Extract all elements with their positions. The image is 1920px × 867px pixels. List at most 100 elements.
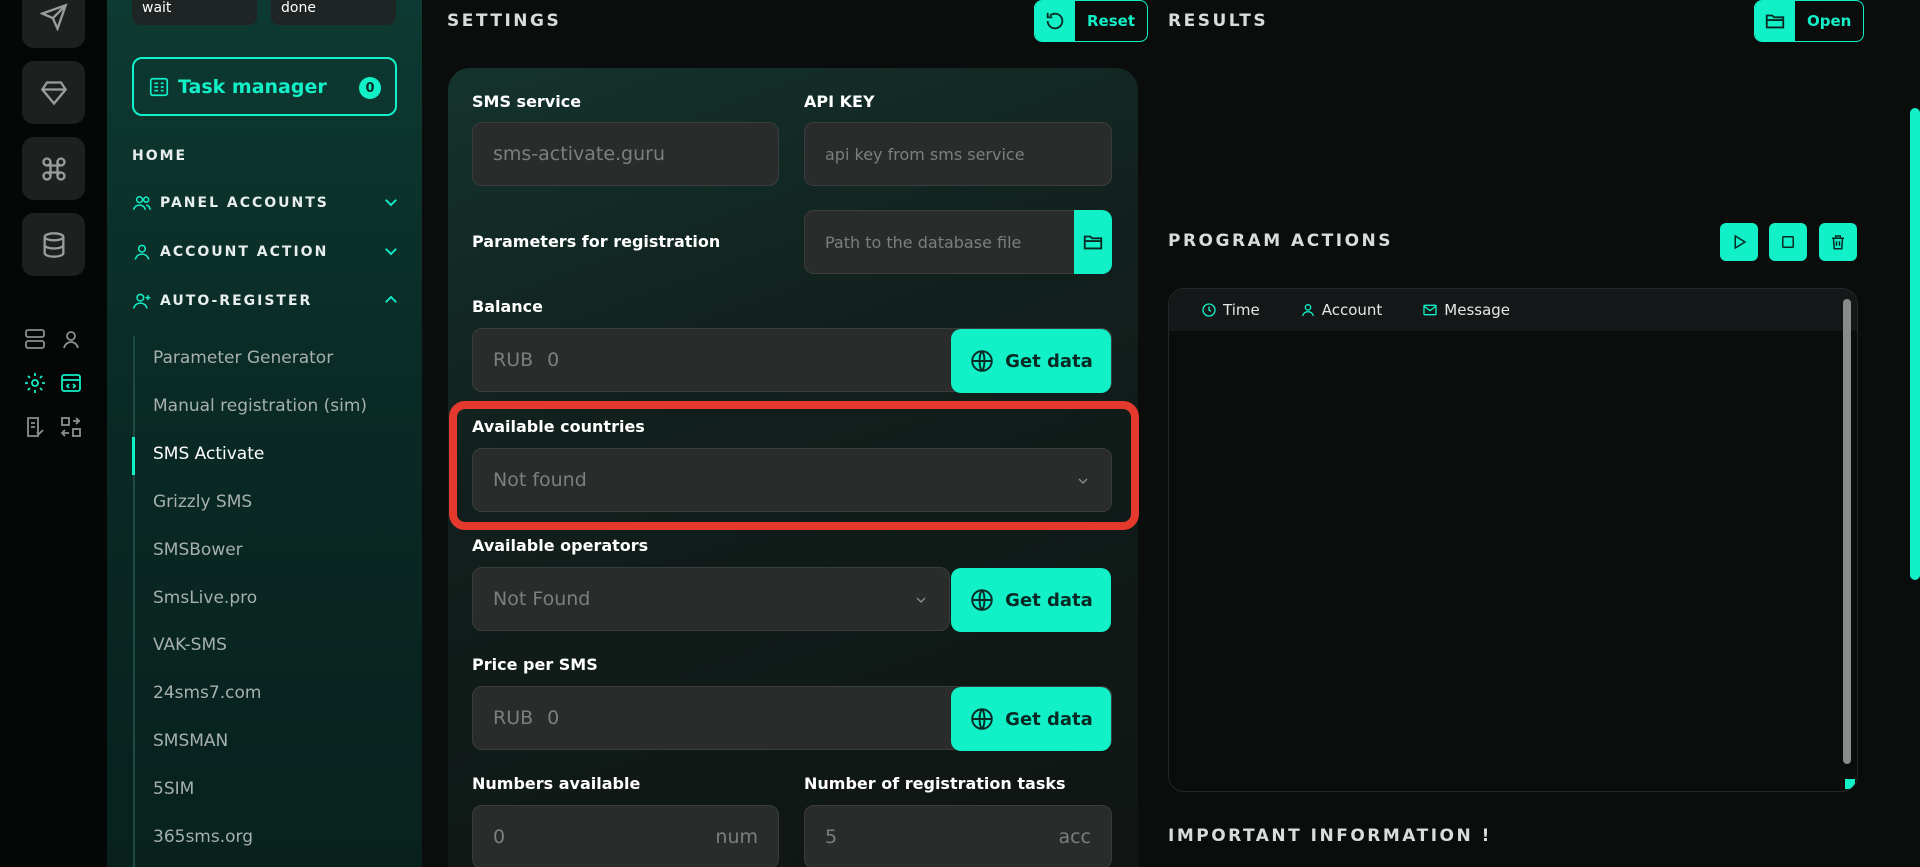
program-actions-title: PROGRAM ACTIONS [1168,231,1394,251]
sms-service-label: SMS service [472,92,582,111]
operators-get-data-button[interactable]: Get data [951,568,1111,632]
users-icon [132,196,152,210]
highlight-box [449,401,1139,530]
panel-accounts-chevron[interactable] [382,193,400,211]
sidebar-item-smsbower[interactable]: SMSBower [153,540,243,560]
done-label: done [281,0,316,16]
reset-button[interactable]: Reset [1034,0,1148,42]
account-action-label: ACCOUNT ACTION [160,244,329,260]
sidebar-item-5sim[interactable]: 5SIM [153,779,194,799]
account-action-chevron[interactable] [382,242,400,260]
start-button[interactable] [1720,223,1758,261]
globe-icon [971,589,993,611]
api-key-input[interactable]: api key from sms service [804,122,1112,186]
code-window-button[interactable] [58,370,84,396]
user-plus-icon [132,293,151,309]
sidebar-item-365sms[interactable]: 365sms.org [153,827,253,847]
wait-counter: wait [132,0,257,25]
send-icon [39,2,68,31]
api-key-label: API KEY [804,92,875,111]
sidebar-item-sms-activate[interactable]: SMS Activate [153,444,264,464]
balance-get-data-button[interactable]: Get data [951,329,1111,393]
submenu-rail [133,336,135,867]
program-log: Time Account Message [1168,288,1858,792]
log-col-message: Message [1422,301,1510,319]
sidebar-item-manual-registration[interactable]: Manual registration (sim) [153,396,367,416]
diamond-icon [40,80,67,105]
diamond-nav-button[interactable] [22,61,85,124]
clear-log-button[interactable] [1819,223,1857,261]
user-icon [1301,304,1314,317]
log-col-message-label: Message [1444,301,1511,319]
nav-auto-register[interactable]: AUTO-REGISTER [132,291,312,311]
resize-handle[interactable] [1845,779,1855,789]
balance-value: 0 [547,349,560,371]
profile-pin-button[interactable] [58,326,84,352]
chevron-up-icon [385,295,397,303]
api-key-placeholder: api key from sms service [825,144,1025,164]
sidebar-item-smslive[interactable]: SmsLive.pro [153,588,257,608]
server-icon [25,329,45,349]
command-nav-button[interactable] [22,137,85,200]
numbers-label: Numbers available [472,774,641,793]
server-list-button[interactable] [22,326,48,352]
sms-service-value: sms-activate.guru [493,143,666,165]
send-nav-button[interactable] [22,0,85,48]
user-pin-icon [63,331,79,349]
log-scrollbar[interactable] [1843,299,1851,764]
database-path-input[interactable]: Path to the database file [804,210,1076,274]
refresh-icon [1046,12,1064,30]
task-manager-icon [149,77,169,96]
results-title: RESULTS [1168,11,1269,31]
database-icon [43,231,64,258]
balance-get-data-label: Get data [1005,350,1093,372]
tasks-input[interactable]: 5 acc [804,805,1112,867]
transfer-icon [60,417,81,437]
settings-button[interactable] [22,370,48,396]
task-manager-label: Task manager [178,75,327,98]
play-icon [1734,234,1747,250]
stop-icon [1782,236,1794,248]
sidebar-item-grizzly-sms[interactable]: Grizzly SMS [153,492,252,512]
numbers-field: 0 num [472,805,779,867]
log-col-time-label: Time [1223,301,1260,319]
tasks-unit: acc [1058,826,1091,848]
nav-panel-accounts[interactable]: PANEL ACCOUNTS [132,193,329,213]
registration-params-label: Parameters for registration [472,232,721,251]
globe-icon [971,350,993,372]
globe-icon [971,708,993,730]
chevron-down-icon [916,597,926,603]
mail-icon [1423,304,1437,316]
checklist-button[interactable] [22,414,48,440]
price-get-data-button[interactable]: Get data [951,687,1111,751]
sidebar-item-vak-sms[interactable]: VAK-SMS [153,635,227,655]
log-col-time: Time [1201,301,1260,319]
command-icon [41,156,66,181]
sms-service-select[interactable]: sms-activate.guru [472,122,779,186]
auto-register-chevron[interactable] [382,291,400,309]
log-header: Time Account Message [1169,289,1857,331]
icon-rail [0,0,107,867]
user-icon [134,244,150,260]
transfer-button[interactable] [58,414,84,440]
panel-accounts-label: PANEL ACCOUNTS [160,195,329,211]
page-scrollbar[interactable] [1910,108,1920,580]
browse-database-button[interactable] [1074,210,1112,274]
operators-select[interactable]: Not Found [472,567,950,631]
sidebar-item-24sms7[interactable]: 24sms7.com [153,683,261,703]
price-get-data-label: Get data [1005,708,1093,730]
price-label: Price per SMS [472,655,598,674]
open-results-button[interactable]: Open [1754,0,1865,42]
stop-button[interactable] [1769,223,1807,261]
numbers-value: 0 [493,826,506,848]
database-nav-button[interactable] [22,213,85,276]
important-info-title: IMPORTANT INFORMATION ! [1168,826,1492,846]
nav-account-action[interactable]: ACCOUNT ACTION [132,242,328,262]
sidebar-item-smsman[interactable]: SMSMAN [153,731,228,751]
sidebar-item-parameter-generator[interactable]: Parameter Generator [153,348,333,368]
nav-home[interactable]: HOME [132,148,187,164]
task-manager-button[interactable]: Task manager 0 [132,57,397,116]
operators-value: Not Found [493,588,591,610]
settings-title: SETTINGS [447,11,562,31]
folder-icon [1765,14,1785,29]
